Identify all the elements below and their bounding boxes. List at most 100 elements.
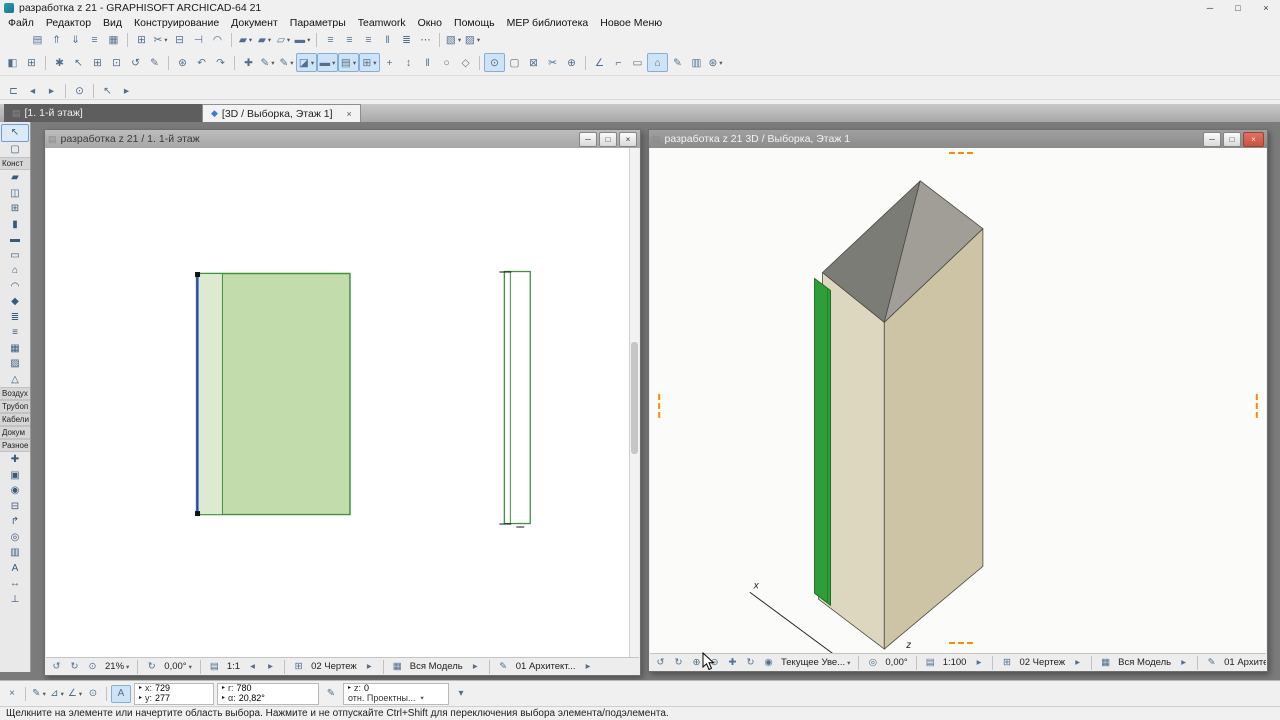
rotate-icon[interactable]: ↺: [126, 54, 145, 71]
fill-style-c-icon[interactable]: ▱ ▾: [274, 31, 293, 48]
pen-set-b-icon-arrow[interactable]: ▾: [290, 59, 293, 67]
fit-height-icon[interactable]: ↕: [399, 54, 418, 71]
line-weight-toggle-icon[interactable]: ▬ ▾: [317, 53, 338, 72]
draft-pen-icon[interactable]: ✎: [145, 54, 164, 71]
scale-icon[interactable]: ▤: [206, 660, 223, 674]
text-tool-icon[interactable]: A: [2, 561, 28, 577]
story-settings-icon[interactable]: ▤: [28, 31, 47, 48]
door-tool-icon[interactable]: ◫: [2, 186, 28, 202]
snap-plus-icon[interactable]: +: [380, 54, 399, 71]
view-rotation-dropdown-arrow[interactable]: ▾: [189, 663, 192, 671]
polar-tracker[interactable]: ▸ r: 780 ▸ α: 20,82°: [217, 682, 319, 705]
menu-teamwork[interactable]: Teamwork: [352, 17, 412, 29]
menu-file[interactable]: Файл: [2, 17, 40, 29]
plan-drawing[interactable]: [46, 148, 630, 658]
columns-icon[interactable]: ‖: [418, 54, 437, 71]
pen-set-icon[interactable]: ⊞: [290, 660, 307, 674]
zoom-level-dropdown-arrow[interactable]: ▾: [126, 663, 129, 671]
layer-combination-name[interactable]: 01 Архитект...: [513, 661, 579, 672]
more-icon[interactable]: ▸: [117, 82, 136, 99]
wall-tool-icon[interactable]: ▰: [2, 170, 28, 186]
window-tool-icon[interactable]: ⊞: [2, 201, 28, 217]
pan-icon[interactable]: ✚: [724, 656, 741, 670]
detail-tool-icon[interactable]: ◎: [2, 530, 28, 546]
menu-help[interactable]: Помощь: [448, 17, 501, 29]
fill-style-a-icon-arrow[interactable]: ▾: [249, 36, 252, 44]
roof-tool-icon[interactable]: ⌂: [2, 263, 28, 279]
zoom-icon[interactable]: ⊙: [84, 660, 101, 674]
pen-set-name[interactable]: 02 Чертеж: [1016, 657, 1068, 668]
nav-back-icon[interactable]: ↺: [652, 656, 669, 670]
app-titlebar[interactable]: разработка z 21 - GRAPHISOFT ARCHICAD-64…: [0, 0, 1280, 16]
spread-icon[interactable]: ⋯: [416, 31, 435, 48]
menu-document[interactable]: Документ: [225, 17, 284, 29]
grid-snap-icon[interactable]: ⊞: [88, 54, 107, 71]
scale-next-icon[interactable]: ▸: [262, 660, 279, 674]
more-options-icon-arrow[interactable]: ▾: [719, 59, 722, 67]
figure-tool-icon[interactable]: ▣: [2, 468, 28, 484]
xy-tracker[interactable]: ▸ х: 729 ▸ у: 277: [134, 682, 214, 705]
dock-icon[interactable]: ⊏: [4, 82, 23, 99]
menu-new-menu[interactable]: Новое Меню: [594, 17, 668, 29]
view-rotation-dropdown[interactable]: 0,00° ▾: [161, 661, 195, 672]
plan-vertical-scrollbar[interactable]: [629, 148, 639, 658]
explore-icon[interactable]: ◉: [760, 656, 777, 670]
marquee-tool-icon[interactable]: ▢: [2, 142, 28, 158]
model-filter-menu-icon[interactable]: ▸: [467, 660, 484, 674]
edit-z-icon[interactable]: ✎: [322, 686, 340, 702]
window-maximize-button[interactable]: □: [1223, 131, 1241, 147]
layer-settings-icon[interactable]: ▦: [104, 31, 123, 48]
rotate-view-icon[interactable]: ↻: [143, 660, 160, 674]
nav-forward-icon[interactable]: ↻: [66, 660, 83, 674]
app-maximize-button[interactable]: □: [1224, 0, 1252, 16]
nav-forward-icon[interactable]: ↻: [670, 656, 687, 670]
model-filter-icon[interactable]: ▦: [389, 660, 406, 674]
adjust-icon[interactable]: ⊣: [189, 31, 208, 48]
coordbar-close-icon[interactable]: ×: [3, 686, 21, 702]
page-icon[interactable]: ▥: [687, 54, 706, 71]
angle-value[interactable]: 20,82°: [239, 693, 265, 704]
rotated-grid-icon[interactable]: ⊡: [107, 54, 126, 71]
selection-node[interactable]: [195, 511, 201, 517]
worksheet-tool-icon[interactable]: ▥: [2, 545, 28, 561]
pen-set-menu-icon[interactable]: ▸: [361, 660, 378, 674]
story-list-icon[interactable]: ≡: [85, 31, 104, 48]
orbit-icon[interactable]: ↻: [742, 656, 759, 670]
beam-tool-icon[interactable]: ▬: [2, 232, 28, 248]
model-filter-icon[interactable]: ▦: [1097, 656, 1114, 670]
pointer-mode-icon[interactable]: ↖: [98, 82, 117, 99]
model-building[interactable]: [818, 180, 984, 650]
menu-options[interactable]: Параметры: [284, 17, 352, 29]
tab-3d-view[interactable]: ◆ [3D / Выборка, Этаж 1] ×: [202, 104, 361, 122]
layer-combination-name[interactable]: 01 Архитект...: [1221, 657, 1266, 668]
align-center-icon[interactable]: ≡: [340, 31, 359, 48]
display-options-icon[interactable]: ▧ ▾: [444, 31, 463, 48]
grid-icon[interactable]: ⊞: [132, 31, 151, 48]
scale-menu-icon[interactable]: ▸: [970, 656, 987, 670]
more-options-icon[interactable]: ⊛ ▾: [706, 54, 725, 71]
snap-guides-icon[interactable]: ∠ ▾: [66, 686, 84, 702]
diamond-tool-icon[interactable]: ◇: [456, 54, 475, 71]
z-tracker[interactable]: ▸ z: 0 отн. Проектны... ▾: [343, 682, 449, 705]
go-down-story-icon[interactable]: ⇓: [66, 31, 85, 48]
layer-combination-icon[interactable]: ✎: [1203, 656, 1220, 670]
align-right-icon[interactable]: ≡: [359, 31, 378, 48]
snap-points-icon[interactable]: ⊙: [84, 686, 102, 702]
fill-display-icon-arrow[interactable]: ▾: [353, 59, 356, 67]
fill-style-a-icon[interactable]: ▰ ▾: [236, 31, 255, 48]
slab-tool-icon[interactable]: ▭: [2, 248, 28, 264]
tracker-options-icon[interactable]: ▾: [452, 686, 470, 702]
layer-combination-icon[interactable]: ✎: [495, 660, 512, 674]
plan-wall-element[interactable]: [499, 270, 531, 528]
favorites-icon[interactable]: ✱: [50, 54, 69, 71]
model-filter-menu-icon[interactable]: ▸: [1175, 656, 1192, 670]
y-lock-icon[interactable]: ▸: [139, 694, 142, 704]
snap-guides-icon-arrow[interactable]: ▾: [79, 690, 82, 698]
palettes-icon[interactable]: ◧: [3, 54, 22, 71]
reference-level-arrow[interactable]: ▾: [421, 694, 424, 704]
menu-design[interactable]: Конструирование: [128, 17, 225, 29]
scale-value[interactable]: 1:100: [940, 657, 970, 668]
hotspot-tool-icon[interactable]: ✚: [2, 452, 28, 468]
view-rotation-value[interactable]: 0,00°: [882, 657, 910, 668]
crop-icon[interactable]: ⊠: [524, 54, 543, 71]
